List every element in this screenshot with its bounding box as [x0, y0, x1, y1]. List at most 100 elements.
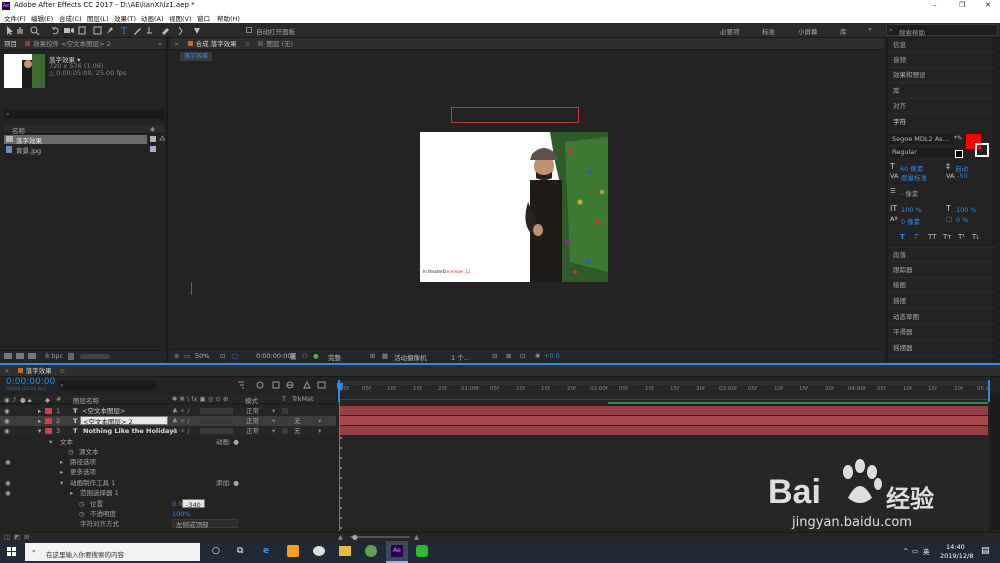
menu-window[interactable]: 窗口: [197, 13, 210, 23]
bit-depth-label[interactable]: 8 bpc: [45, 352, 63, 360]
close-tab-icon[interactable]: ×: [4, 365, 9, 376]
preserve-transparency-box[interactable]: [282, 428, 288, 434]
panel-paint[interactable]: 绘画: [890, 278, 995, 293]
tab-project[interactable]: 项目: [4, 38, 17, 49]
switch-boxes[interactable]: [200, 428, 233, 434]
property-row[interactable]: 字符对齐方式 左侧或顶部: [0, 519, 336, 529]
layer-name[interactable]: <空文本图层>: [82, 406, 125, 416]
tray-chevron-icon[interactable]: ^: [903, 547, 908, 555]
workspace-overflow-icon[interactable]: »: [868, 25, 872, 33]
stopwatch-icon[interactable]: ◷: [79, 499, 85, 509]
tracking-value[interactable]: -50: [957, 172, 968, 180]
layer-name-column[interactable]: 图层名称: [73, 395, 99, 405]
visibility-eye-icon[interactable]: ◉: [4, 406, 10, 416]
toggle-switches-icon[interactable]: ◫: [4, 533, 10, 541]
cortana-icon[interactable]: ○: [212, 546, 220, 556]
horizontal-scale-value[interactable]: 100 %: [956, 206, 977, 214]
layer-duration-bar[interactable]: [340, 406, 988, 415]
property-row[interactable]: ◷ 不透明度 100%: [0, 509, 336, 519]
close-button[interactable]: ✕: [985, 1, 991, 9]
always-preview-icon[interactable]: ⊕: [174, 352, 179, 360]
snapshot-icon[interactable]: ◙: [290, 352, 296, 360]
layer-label-color[interactable]: [45, 418, 52, 424]
roi-icon[interactable]: ⊞: [370, 352, 375, 360]
stopwatch-icon[interactable]: ◷: [68, 447, 74, 457]
transparency-grid-icon[interactable]: ▦: [382, 352, 388, 360]
panel-library[interactable]: 库: [890, 84, 995, 99]
add-menu[interactable]: 添加: ●: [216, 478, 239, 488]
small-caps-button[interactable]: Tт: [943, 233, 951, 241]
layer-switches[interactable]: ♣ ✧ /: [172, 416, 190, 426]
panel-menu-icon[interactable]: »: [158, 38, 162, 49]
trkmat-select[interactable]: 无: [294, 416, 301, 426]
resolution-select[interactable]: 完整: [328, 352, 341, 362]
menu-view[interactable]: 视图(V): [169, 13, 192, 23]
exposure-icon[interactable]: ✺: [535, 352, 540, 360]
col-name[interactable]: 名称: [12, 125, 25, 135]
project-search-input[interactable]: ⌕: [4, 110, 164, 119]
property-row[interactable]: ▸ 更多选项: [0, 467, 336, 477]
opacity-value[interactable]: 100%: [172, 509, 191, 519]
taskbar-search-box[interactable]: ⌕ 在这里输入你要搜索的内容: [25, 543, 200, 561]
label-color-swatch[interactable]: [150, 146, 156, 152]
zoom-select[interactable]: 50%: [195, 352, 209, 360]
wechat-icon[interactable]: [416, 545, 428, 557]
region-icon[interactable]: ▢: [232, 352, 238, 360]
new-composition-icon[interactable]: [28, 353, 36, 359]
views-select[interactable]: 1 个...: [451, 352, 470, 362]
panel-align[interactable]: 对齐: [890, 99, 995, 114]
timeline-zoom-slider[interactable]: [350, 536, 410, 538]
close-tab-icon[interactable]: ×: [174, 38, 179, 49]
trkmat-select[interactable]: 无: [294, 426, 301, 436]
label-column-icon[interactable]: ◆: [45, 396, 50, 404]
workspace-small-screen[interactable]: 小屏幕: [798, 26, 818, 36]
black-swatch[interactable]: [955, 150, 963, 158]
timeline-switch-icons[interactable]: [236, 380, 332, 390]
layer-label-color[interactable]: [45, 408, 52, 414]
current-time[interactable]: 0:00:00:00: [256, 352, 292, 360]
trkmat-column[interactable]: TrkMat: [292, 395, 314, 403]
layer-row[interactable]: ◉ ▸ 1 T <空文本图层> ♣ ✧ / 正常 ▾: [0, 406, 336, 416]
taskbar-date[interactable]: 2019/12/8: [940, 552, 973, 560]
expand-arrow-icon[interactable]: ▾: [60, 478, 63, 488]
visibility-eye-icon[interactable]: ◉: [5, 457, 11, 467]
panel-smoother[interactable]: 平滑器: [890, 325, 995, 340]
switch-boxes[interactable]: [200, 418, 233, 424]
project-item-selected[interactable]: 落字效果: [4, 135, 147, 145]
layer-mode[interactable]: 正常: [246, 416, 259, 426]
toggle-modes-icon[interactable]: ◩: [14, 533, 20, 541]
font-family-select[interactable]: Segoe MDL2 As...: [890, 134, 954, 144]
tab-effect-controls[interactable]: 效果控件 <空文本图层> 2: [33, 38, 111, 49]
layer-duration-bar[interactable]: [340, 426, 988, 435]
property-row[interactable]: ◷ 源文本: [0, 447, 336, 457]
project-item[interactable]: 背景.jpg: [4, 145, 147, 155]
ime-indicator[interactable]: 英: [923, 546, 930, 556]
expand-arrow-icon[interactable]: ▾: [49, 437, 52, 447]
preserve-transparency-box[interactable]: [282, 418, 288, 424]
taskbar-time[interactable]: 14:40: [946, 543, 965, 551]
faux-bold-button[interactable]: T: [900, 233, 905, 241]
panel-tracker[interactable]: 跟踪器: [890, 263, 995, 278]
minimize-button[interactable]: –: [933, 1, 937, 9]
layer-duration-bar-selected[interactable]: [340, 416, 988, 425]
text-bounding-box[interactable]: [451, 107, 579, 123]
lock-column-icon[interactable]: 🔒︎: [28, 396, 31, 405]
timeline-link-icon[interactable]: ⊡: [520, 352, 525, 360]
all-caps-button[interactable]: TT: [928, 233, 936, 241]
label-color-swatch[interactable]: [150, 136, 156, 142]
vertical-scale-value[interactable]: 100 %: [901, 206, 922, 214]
menu-animation[interactable]: 动画(A): [141, 13, 164, 23]
exposure-value[interactable]: +0.0: [544, 352, 560, 360]
layer-name[interactable]: Nothing Like the Holidays: [83, 426, 177, 436]
menu-help[interactable]: 帮助(H): [217, 13, 240, 23]
workspace-library[interactable]: 库: [840, 26, 847, 36]
mode-column[interactable]: 模式: [245, 395, 258, 405]
panel-motion-sketch[interactable]: 动态草图: [890, 310, 995, 325]
panel-wiggler[interactable]: 摇摆器: [890, 341, 995, 356]
comp-subtab[interactable]: 落字效果: [180, 52, 213, 61]
layer-label-color[interactable]: [45, 428, 52, 434]
time-ruler[interactable]: [338, 380, 990, 402]
superscript-button[interactable]: T¹: [958, 233, 965, 241]
stroke-width-value[interactable]: - 像素: [901, 188, 918, 198]
app-icon[interactable]: [365, 545, 377, 557]
